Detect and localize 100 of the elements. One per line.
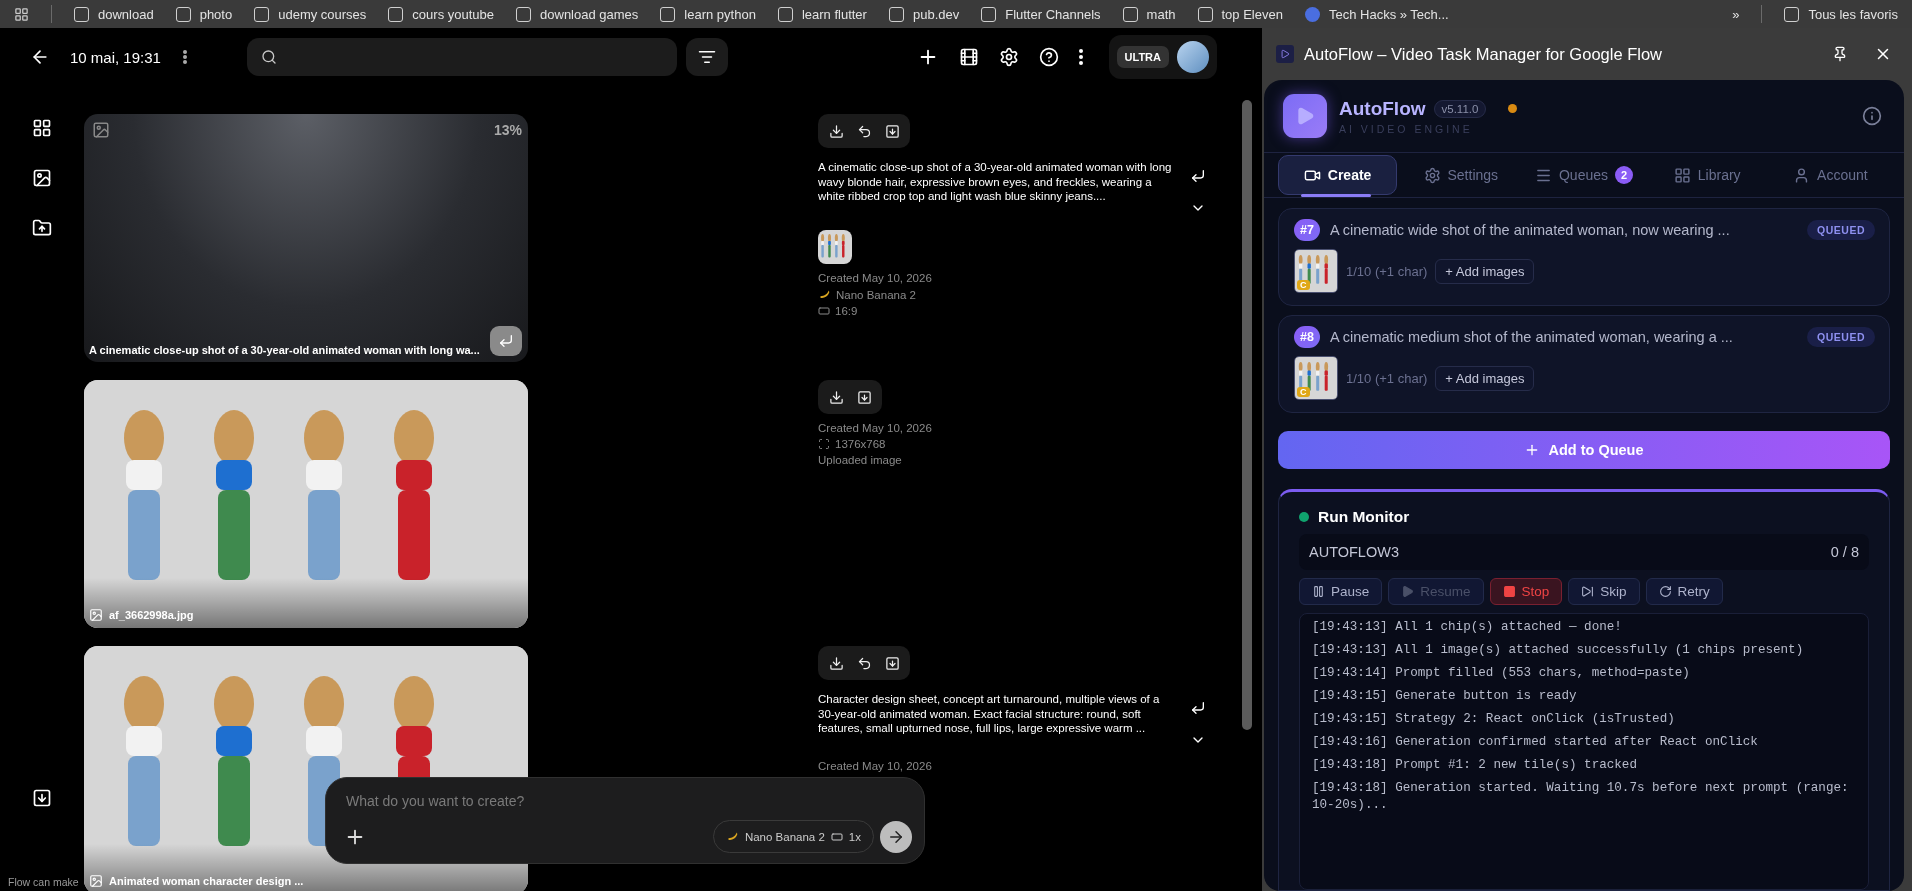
meta-text: Created May 10, 2026 <box>818 272 933 284</box>
more-bookmarks-button[interactable]: » <box>1732 6 1740 22</box>
aspect-ratio-icon <box>830 830 843 843</box>
tab[interactable]: Queues 2 <box>1524 155 1644 195</box>
banana-icon <box>818 288 831 301</box>
bookmark[interactable]: Tous les favoris <box>1784 6 1898 22</box>
tagline: AI VIDEO ENGINE <box>1339 122 1474 135</box>
bookmark-icon <box>254 6 270 22</box>
film-icon <box>958 47 979 67</box>
download-icon <box>828 655 844 671</box>
queue-prompt: A cinematic wide shot of the animated woman, now wearing ... <box>1329 222 1731 238</box>
save-icon <box>884 655 900 671</box>
bookmark-icon <box>660 6 676 22</box>
logo-icon <box>1283 94 1327 138</box>
status-badge: QUEUED <box>1807 327 1875 347</box>
stop-button[interactable]: Stop <box>1489 578 1563 605</box>
run-name: AUTOFLOW3 <box>1309 544 1399 560</box>
log-line: [19:43:18] Generation started. Waiting 10.7s before next prompt (range: 10-20s)... <box>1312 780 1850 814</box>
download-icon <box>828 123 844 139</box>
search-field[interactable] <box>246 38 677 76</box>
log-line: [19:43:15] Strategy 2: React onClick (isTrusted) <box>1312 711 1676 728</box>
bookmark[interactable]: learn python <box>660 6 756 22</box>
bookmark-icon <box>1784 6 1800 22</box>
status-badge: QUEUED <box>1807 220 1875 240</box>
return-arrow-icon <box>498 333 514 349</box>
bookmark[interactable]: photo <box>175 6 233 22</box>
bookmark[interactable]: math <box>1122 6 1176 22</box>
reuse-button[interactable] <box>490 326 522 356</box>
pause-button[interactable]: Pause <box>1299 578 1383 605</box>
count-badge: 2 <box>1615 166 1634 184</box>
tab[interactable]: Settings <box>1401 155 1521 195</box>
generating-card[interactable]: 13% A cinematic close-up shot of a 30-year-old animated woman with long wa... <box>84 114 528 362</box>
footer-note: Flow can make <box>8 876 79 888</box>
bookmark[interactable]: Tech Hacks » Tech... <box>1304 6 1449 22</box>
return-arrow-icon <box>1190 168 1206 184</box>
tab[interactable]: Library <box>1647 155 1767 195</box>
pin-icon <box>1832 46 1848 62</box>
character-badge: C <box>1297 280 1310 290</box>
bookmark-icon <box>1122 6 1138 22</box>
settings-icon <box>998 47 1019 67</box>
resume-icon <box>1401 585 1415 598</box>
pause-icon <box>1312 585 1325 598</box>
meta-text: 1376x768 <box>835 438 886 450</box>
retry-button[interactable]: Retry <box>1645 578 1723 605</box>
image-count: 1/10 (+1 char) <box>1346 263 1428 279</box>
save-icon <box>884 123 900 139</box>
log-line: [19:43:14] Prompt filled (553 chars, method=paste) <box>1312 665 1691 682</box>
meta-text: Created May 10, 2026 <box>818 760 933 772</box>
bookmark[interactable]: pub.dev <box>888 6 960 22</box>
window-title: AutoFlow – Video Task Manager for Google Flow <box>1304 44 1662 64</box>
gear-icon <box>1423 166 1441 184</box>
bookmark-icon <box>388 6 404 22</box>
page-title: 10 mai, 19:31 <box>70 48 161 66</box>
image-icon <box>32 168 52 188</box>
image-count: 1/10 (+1 char) <box>1346 370 1428 386</box>
log-line: [19:43:18] Prompt #1: 2 new tile(s) tracked <box>1312 757 1638 774</box>
add-images-button[interactable]: + Add images <box>1435 365 1535 391</box>
download-icon <box>828 389 844 405</box>
log-line: [19:43:13] All 1 chip(s) attached — done! <box>1312 619 1623 636</box>
tab[interactable]: Account <box>1770 155 1890 195</box>
apps-icon[interactable] <box>14 6 29 22</box>
add-images-button[interactable]: + Add images <box>1435 258 1535 284</box>
image-icon <box>89 874 103 888</box>
meta-text: Nano Banana 2 <box>836 288 916 301</box>
skip-button[interactable]: Skip <box>1568 578 1640 605</box>
grid-icon <box>32 118 52 138</box>
log-line: [19:43:13] All 1 image(s) attached successfully (1 chips present) <box>1312 642 1805 659</box>
monitor-title: Run Monitor <box>1318 508 1410 526</box>
prompt-text: Character design sheet, concept art turnaround, multiple views of a 30-year-old animated woman. Exact facial structure: round, soft features, small upturned nose, full lips, large expressive warm ... <box>818 692 1161 736</box>
card-caption: af_3662998a.jpg <box>109 609 194 621</box>
dimensions-icon <box>818 438 830 450</box>
progress-percent: 13% <box>493 122 522 138</box>
scrollbar[interactable] <box>1242 100 1252 730</box>
bookmark-icon <box>777 6 793 22</box>
bookmark[interactable]: learn flutter <box>777 6 867 22</box>
prompt-text: A cinematic close-up shot of a 30-year-old animated woman with long wavy blonde hair, expressive brown eyes, and freckles, wearing a white ribbed crop top and light wash blue skinny jeans.... <box>818 160 1173 204</box>
log-line: [19:43:15] Generate button is ready <box>1312 688 1578 705</box>
site-icon <box>1304 6 1320 22</box>
undo-icon <box>856 123 872 139</box>
save-icon <box>856 389 872 405</box>
bookmark[interactable]: download games <box>516 6 639 22</box>
info-button[interactable] <box>1862 106 1882 126</box>
skip-icon <box>1581 585 1595 598</box>
bookmark[interactable]: download <box>74 6 154 22</box>
model-chip[interactable]: Nano Banana 2 1x <box>712 820 874 853</box>
bookmark[interactable]: Flutter Channels <box>981 6 1101 22</box>
meta-text: Created May 10, 2026 <box>818 422 933 434</box>
log-line: [19:43:16] Generation confirmed started after React onClick <box>1312 734 1759 751</box>
bookmark[interactable]: udemy courses <box>254 6 367 22</box>
send-button[interactable] <box>880 820 912 853</box>
aspect-ratio-icon <box>818 305 830 317</box>
tab[interactable]: Create <box>1278 155 1398 195</box>
app-icon <box>1276 45 1294 63</box>
bookmark[interactable]: cours youtube <box>388 6 495 22</box>
box-arrow-down-icon <box>32 788 52 808</box>
account-pill[interactable]: ULTRA <box>1108 35 1217 79</box>
filter-button[interactable] <box>685 38 728 76</box>
bookmark[interactable]: top Eleven <box>1197 6 1283 22</box>
return-arrow-icon <box>1190 700 1206 716</box>
add-to-queue-button[interactable]: Add to Queue <box>1278 431 1890 469</box>
